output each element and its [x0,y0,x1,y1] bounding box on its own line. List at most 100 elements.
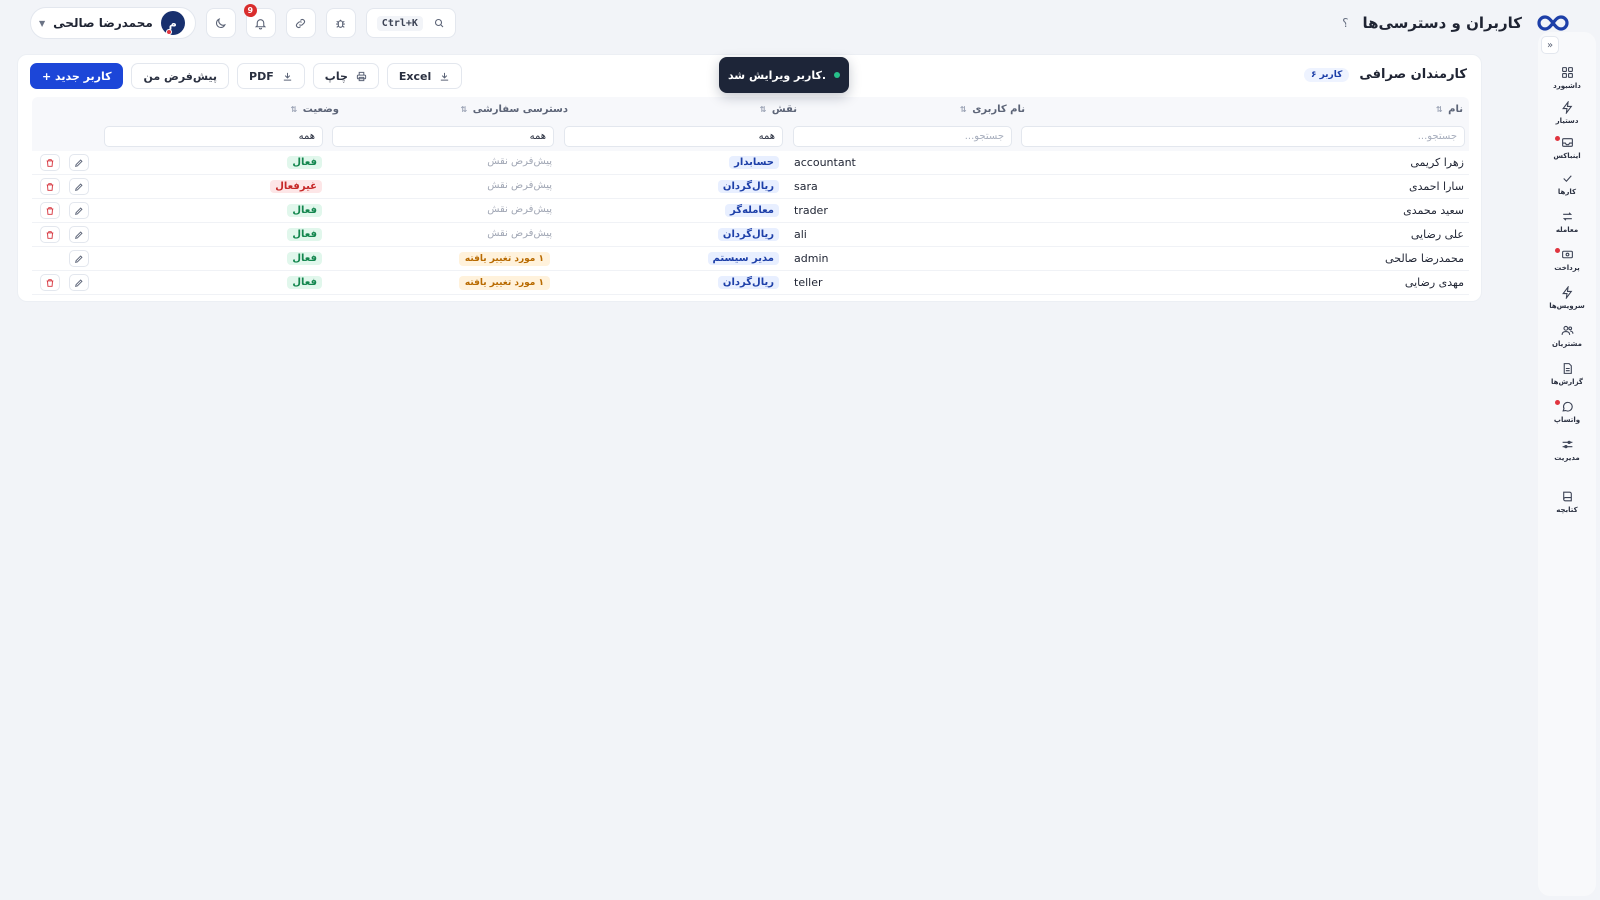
user-count-badge: ۶ کاربر [1303,67,1350,82]
my-default-label: پیش‌فرض من [143,69,218,83]
sidebar-item-label: پرداخت [1554,264,1580,272]
print-button[interactable]: چاپ [312,63,379,89]
users-icon [1561,324,1574,337]
sort-icon: ⇅ [290,105,298,114]
table-row[interactable]: محمدرضا صالحی admin مدیر سیستم ۱ مورد تغ… [32,247,1469,271]
table-row[interactable]: زهرا کریمی accountant حسابدار پیش‌فرض نق… [32,151,1469,175]
toast-notification: کاربر ویرایش شد. [719,57,849,93]
printer-icon [356,71,367,82]
shortcut-hint: Ctrl+K [376,15,423,31]
download-icon [439,71,450,82]
custom-access-filter-select[interactable]: همه [332,126,554,147]
delete-button[interactable] [40,202,60,219]
sidebar-item-dashboard[interactable]: داشبورد [1538,66,1596,100]
download-icon [282,71,293,82]
role-badge: ریال‌گردان [717,228,779,241]
trash-icon [45,182,55,192]
table-header: نام ⇅ نام کاربری ⇅ نقش ⇅ دسترسی سفارشی ⇅… [32,97,1469,123]
pencil-icon [74,254,84,264]
pencil-icon [74,230,84,240]
edit-button[interactable] [69,154,89,171]
trash-icon [45,278,55,288]
cell-access: پیش‌فرض نقش [487,204,552,215]
sidebar-item-management[interactable]: مدیریت [1538,438,1596,472]
sidebar-item-assistant[interactable]: دستیار [1538,101,1596,135]
edit-button[interactable] [69,274,89,291]
sidebar-item-tasks[interactable]: کارها [1538,172,1596,206]
sidebar-item-customers[interactable]: مشتریان [1538,324,1596,358]
table-row[interactable]: سعید محمدی trader معامله‌گر پیش‌فرض نقش … [32,199,1469,223]
name-filter-input[interactable]: جستجو... [1021,126,1465,147]
delete-button[interactable] [40,178,60,195]
moon-icon [214,17,227,30]
access-modified-badge: ۱ مورد تغییر یافته [458,252,550,266]
notification-count-badge: 9 [243,4,257,17]
users-table: نام ⇅ نام کاربری ⇅ نقش ⇅ دسترسی سفارشی ⇅… [32,97,1469,295]
delete-button[interactable] [40,226,60,243]
grid-icon [1561,66,1574,79]
column-header-custom-access[interactable]: دسترسی سفارشی ⇅ [461,104,568,115]
trash-icon [45,206,55,216]
export-excel-button[interactable]: Excel [386,63,463,89]
table-row[interactable]: مهدی رضایی teller ریال‌گردان ۱ مورد تغیی… [32,271,1469,295]
export-pdf-button[interactable]: PDF [237,63,305,89]
cell-access: پیش‌فرض نقش [487,228,552,239]
check-icon [1561,172,1574,185]
sidebar-collapse-button[interactable]: » [1541,36,1559,54]
command-search-button[interactable]: Ctrl+K [365,8,456,38]
sidebar-item-reports[interactable]: گزارش‌ها [1538,362,1596,396]
sidebar-item-trade[interactable]: معامله [1538,210,1596,244]
sidebar-item-payment[interactable]: پرداخت [1538,248,1596,282]
table-row[interactable]: سارا احمدی sara ریال‌گردان پیش‌فرض نقش غ… [32,175,1469,199]
link-button[interactable] [285,8,316,38]
user-menu[interactable]: ▼ محمدرضا صالحی م [30,7,196,39]
column-header-status[interactable]: وضعیت ⇅ [291,104,339,115]
search-icon [433,17,445,29]
sidebar-item-inbox[interactable]: اینباکس [1538,136,1596,170]
access-modified-badge: ۱ مورد تغییر یافته [458,276,550,290]
edit-button[interactable] [69,250,89,267]
sidebar-item-label: داشبورد [1553,82,1581,90]
role-filter-select[interactable]: همه [564,126,783,147]
role-badge: معامله‌گر [725,204,779,217]
edit-button[interactable] [69,226,89,243]
column-header-role[interactable]: نقش ⇅ [760,104,797,115]
cell-name: محمدرضا صالحی [1385,252,1464,265]
edit-button[interactable] [69,202,89,219]
new-user-button[interactable]: + کاربر جدید [30,63,124,89]
username-filter-input[interactable]: جستجو... [793,126,1012,147]
print-label: چاپ [324,69,348,83]
book-icon [1561,490,1574,503]
flash-icon [1561,286,1574,299]
cell-username: accountant [794,156,856,169]
my-default-view-button[interactable]: پیش‌فرض من [131,63,230,89]
cell-name: علی رضایی [1410,228,1464,241]
sort-icon: ⇅ [960,105,967,114]
column-header-username[interactable]: نام کاربری ⇅ [960,104,1025,115]
infinity-logo-icon[interactable] [1536,13,1570,33]
status-badge: غیرفعال [270,180,322,193]
sort-icon: ⇅ [460,105,468,114]
column-header-name[interactable]: نام ⇅ [1436,104,1463,115]
cell-username: sara [794,180,818,193]
page-title: کاربران و دسترسی‌ها [1362,14,1522,32]
chevron-down-icon: ▼ [39,18,46,28]
sliders-icon [1561,438,1574,451]
delete-button[interactable] [40,274,60,291]
top-bar-title-group: ؟ کاربران و دسترسی‌ها [1342,13,1570,33]
help-button[interactable]: ؟ [1342,16,1348,30]
sidebar-item-services[interactable]: سرویس‌ها [1538,286,1596,320]
theme-toggle-button[interactable] [205,8,236,38]
bug-report-button[interactable] [325,8,356,38]
notifications-button[interactable]: 9 [243,4,276,38]
table-row[interactable]: علی رضایی ali ریال‌گردان پیش‌فرض نقش فعا… [32,223,1469,247]
sidebar-item-handbook[interactable]: کتابچه [1538,490,1596,524]
status-filter-select[interactable]: همه [104,126,323,147]
bug-icon [334,17,347,30]
delete-button[interactable] [40,154,60,171]
cell-access: پیش‌فرض نقش [487,180,552,191]
unread-dot [1555,400,1560,405]
edit-button[interactable] [69,178,89,195]
sidebar-item-whatsapp[interactable]: واتساپ [1538,400,1596,434]
card-title-group: ۶ کاربر کارمندان صرافی [1303,67,1467,82]
